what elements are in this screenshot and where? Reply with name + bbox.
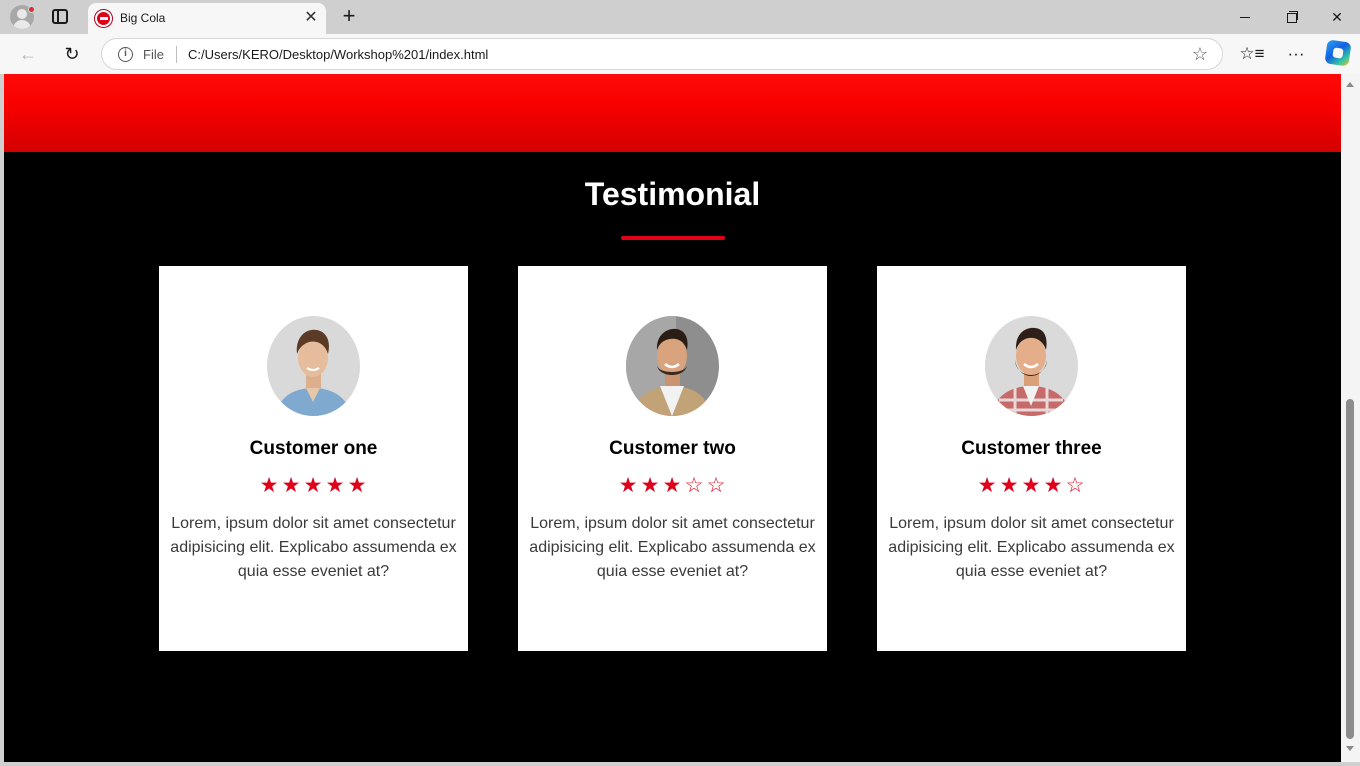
testimonial-card: Customer one ★ ★ ★ ★ ★ Lorem, ipsum dolor si… bbox=[159, 266, 468, 651]
star-filled-icon: ★ bbox=[662, 474, 683, 497]
star-filled-icon: ★ bbox=[999, 474, 1020, 497]
star-filled-icon: ★ bbox=[281, 474, 302, 497]
title-underline bbox=[621, 236, 725, 240]
testimonial-text: Lorem, ipsum dolor sit amet consectetur … bbox=[170, 515, 457, 580]
customer-name: Customer one bbox=[249, 438, 378, 459]
red-hero-strip bbox=[4, 74, 1341, 152]
customer-name: Customer two bbox=[609, 438, 736, 459]
star-empty-icon: ☆ bbox=[706, 474, 727, 497]
star-filled-icon: ★ bbox=[977, 474, 998, 497]
notification-dot bbox=[28, 6, 35, 13]
favorites-icon[interactable]: ☆≡ bbox=[1238, 40, 1266, 68]
copilot-icon[interactable] bbox=[1324, 39, 1352, 67]
star-rating: ★ ★ ★ ☆ ☆ bbox=[518, 475, 827, 497]
browser-toolbar: ← ↻ i File C:/Users/KERO/Desktop/Worksho… bbox=[0, 34, 1360, 74]
star-rating: ★ ★ ★ ★ ★ bbox=[159, 475, 468, 497]
star-rating: ★ ★ ★ ★ ☆ bbox=[877, 475, 1186, 497]
browser-tab-bar: Big Cola ✕ + ✕ bbox=[0, 0, 1360, 34]
tab-close-icon[interactable]: ✕ bbox=[302, 9, 320, 27]
reload-button[interactable]: ↻ bbox=[58, 40, 86, 68]
star-filled-icon: ★ bbox=[303, 474, 324, 497]
scroll-thumb[interactable] bbox=[1346, 399, 1354, 739]
customer-name: Customer three bbox=[961, 438, 1102, 459]
star-filled-icon: ★ bbox=[618, 474, 639, 497]
testimonial-card: Customer three ★ ★ ★ ★ ☆ Lorem, ipsum dolor … bbox=[877, 266, 1186, 651]
testimonial-text: Lorem, ipsum dolor sit amet consectetur … bbox=[529, 515, 816, 580]
testimonial-text: Lorem, ipsum dolor sit amet consectetur … bbox=[888, 515, 1175, 580]
section-title: Testimonial bbox=[584, 176, 761, 212]
file-scheme-label: File bbox=[143, 47, 164, 62]
new-tab-button[interactable]: + bbox=[338, 4, 360, 28]
customer-avatar bbox=[267, 316, 360, 416]
tab-title: Big Cola bbox=[120, 11, 166, 25]
restore-button[interactable] bbox=[1268, 4, 1314, 30]
star-empty-icon: ☆ bbox=[1065, 474, 1086, 497]
back-button[interactable]: ← bbox=[14, 40, 42, 68]
more-options-icon[interactable]: ··· bbox=[1282, 40, 1310, 68]
page-scrollbar[interactable] bbox=[1341, 74, 1360, 762]
customer-avatar bbox=[626, 316, 719, 416]
scroll-up-arrow-icon[interactable] bbox=[1346, 82, 1354, 87]
close-window-button[interactable]: ✕ bbox=[1314, 4, 1360, 30]
page-viewport: Testimonial Customer one ★ ★ ★ ★ ★ Lorem, ip… bbox=[4, 74, 1341, 762]
star-empty-icon: ☆ bbox=[684, 474, 705, 497]
minimize-button[interactable] bbox=[1222, 4, 1268, 30]
big-cola-favicon-icon bbox=[95, 10, 112, 27]
address-divider bbox=[176, 46, 177, 63]
star-filled-icon: ★ bbox=[325, 474, 346, 497]
customer-avatar bbox=[985, 316, 1078, 416]
url-text[interactable]: C:/Users/KERO/Desktop/Workshop%201/index… bbox=[188, 47, 488, 62]
address-bar[interactable]: i File C:/Users/KERO/Desktop/Workshop%20… bbox=[101, 38, 1223, 70]
star-filled-icon: ★ bbox=[259, 474, 280, 497]
tab-big-cola[interactable]: Big Cola ✕ bbox=[88, 3, 326, 34]
star-filled-icon: ★ bbox=[1043, 474, 1064, 497]
testimonial-card: Customer two ★ ★ ★ ☆ ☆ Lorem, ipsum dolor si… bbox=[518, 266, 827, 651]
tab-actions-icon[interactable] bbox=[52, 9, 68, 24]
star-filled-icon: ★ bbox=[347, 474, 368, 497]
scroll-down-arrow-icon[interactable] bbox=[1346, 746, 1354, 751]
star-filled-icon: ★ bbox=[640, 474, 661, 497]
add-favorite-star-icon[interactable]: ☆ bbox=[1192, 44, 1208, 65]
site-info-icon[interactable]: i bbox=[118, 47, 133, 62]
star-filled-icon: ★ bbox=[1021, 474, 1042, 497]
